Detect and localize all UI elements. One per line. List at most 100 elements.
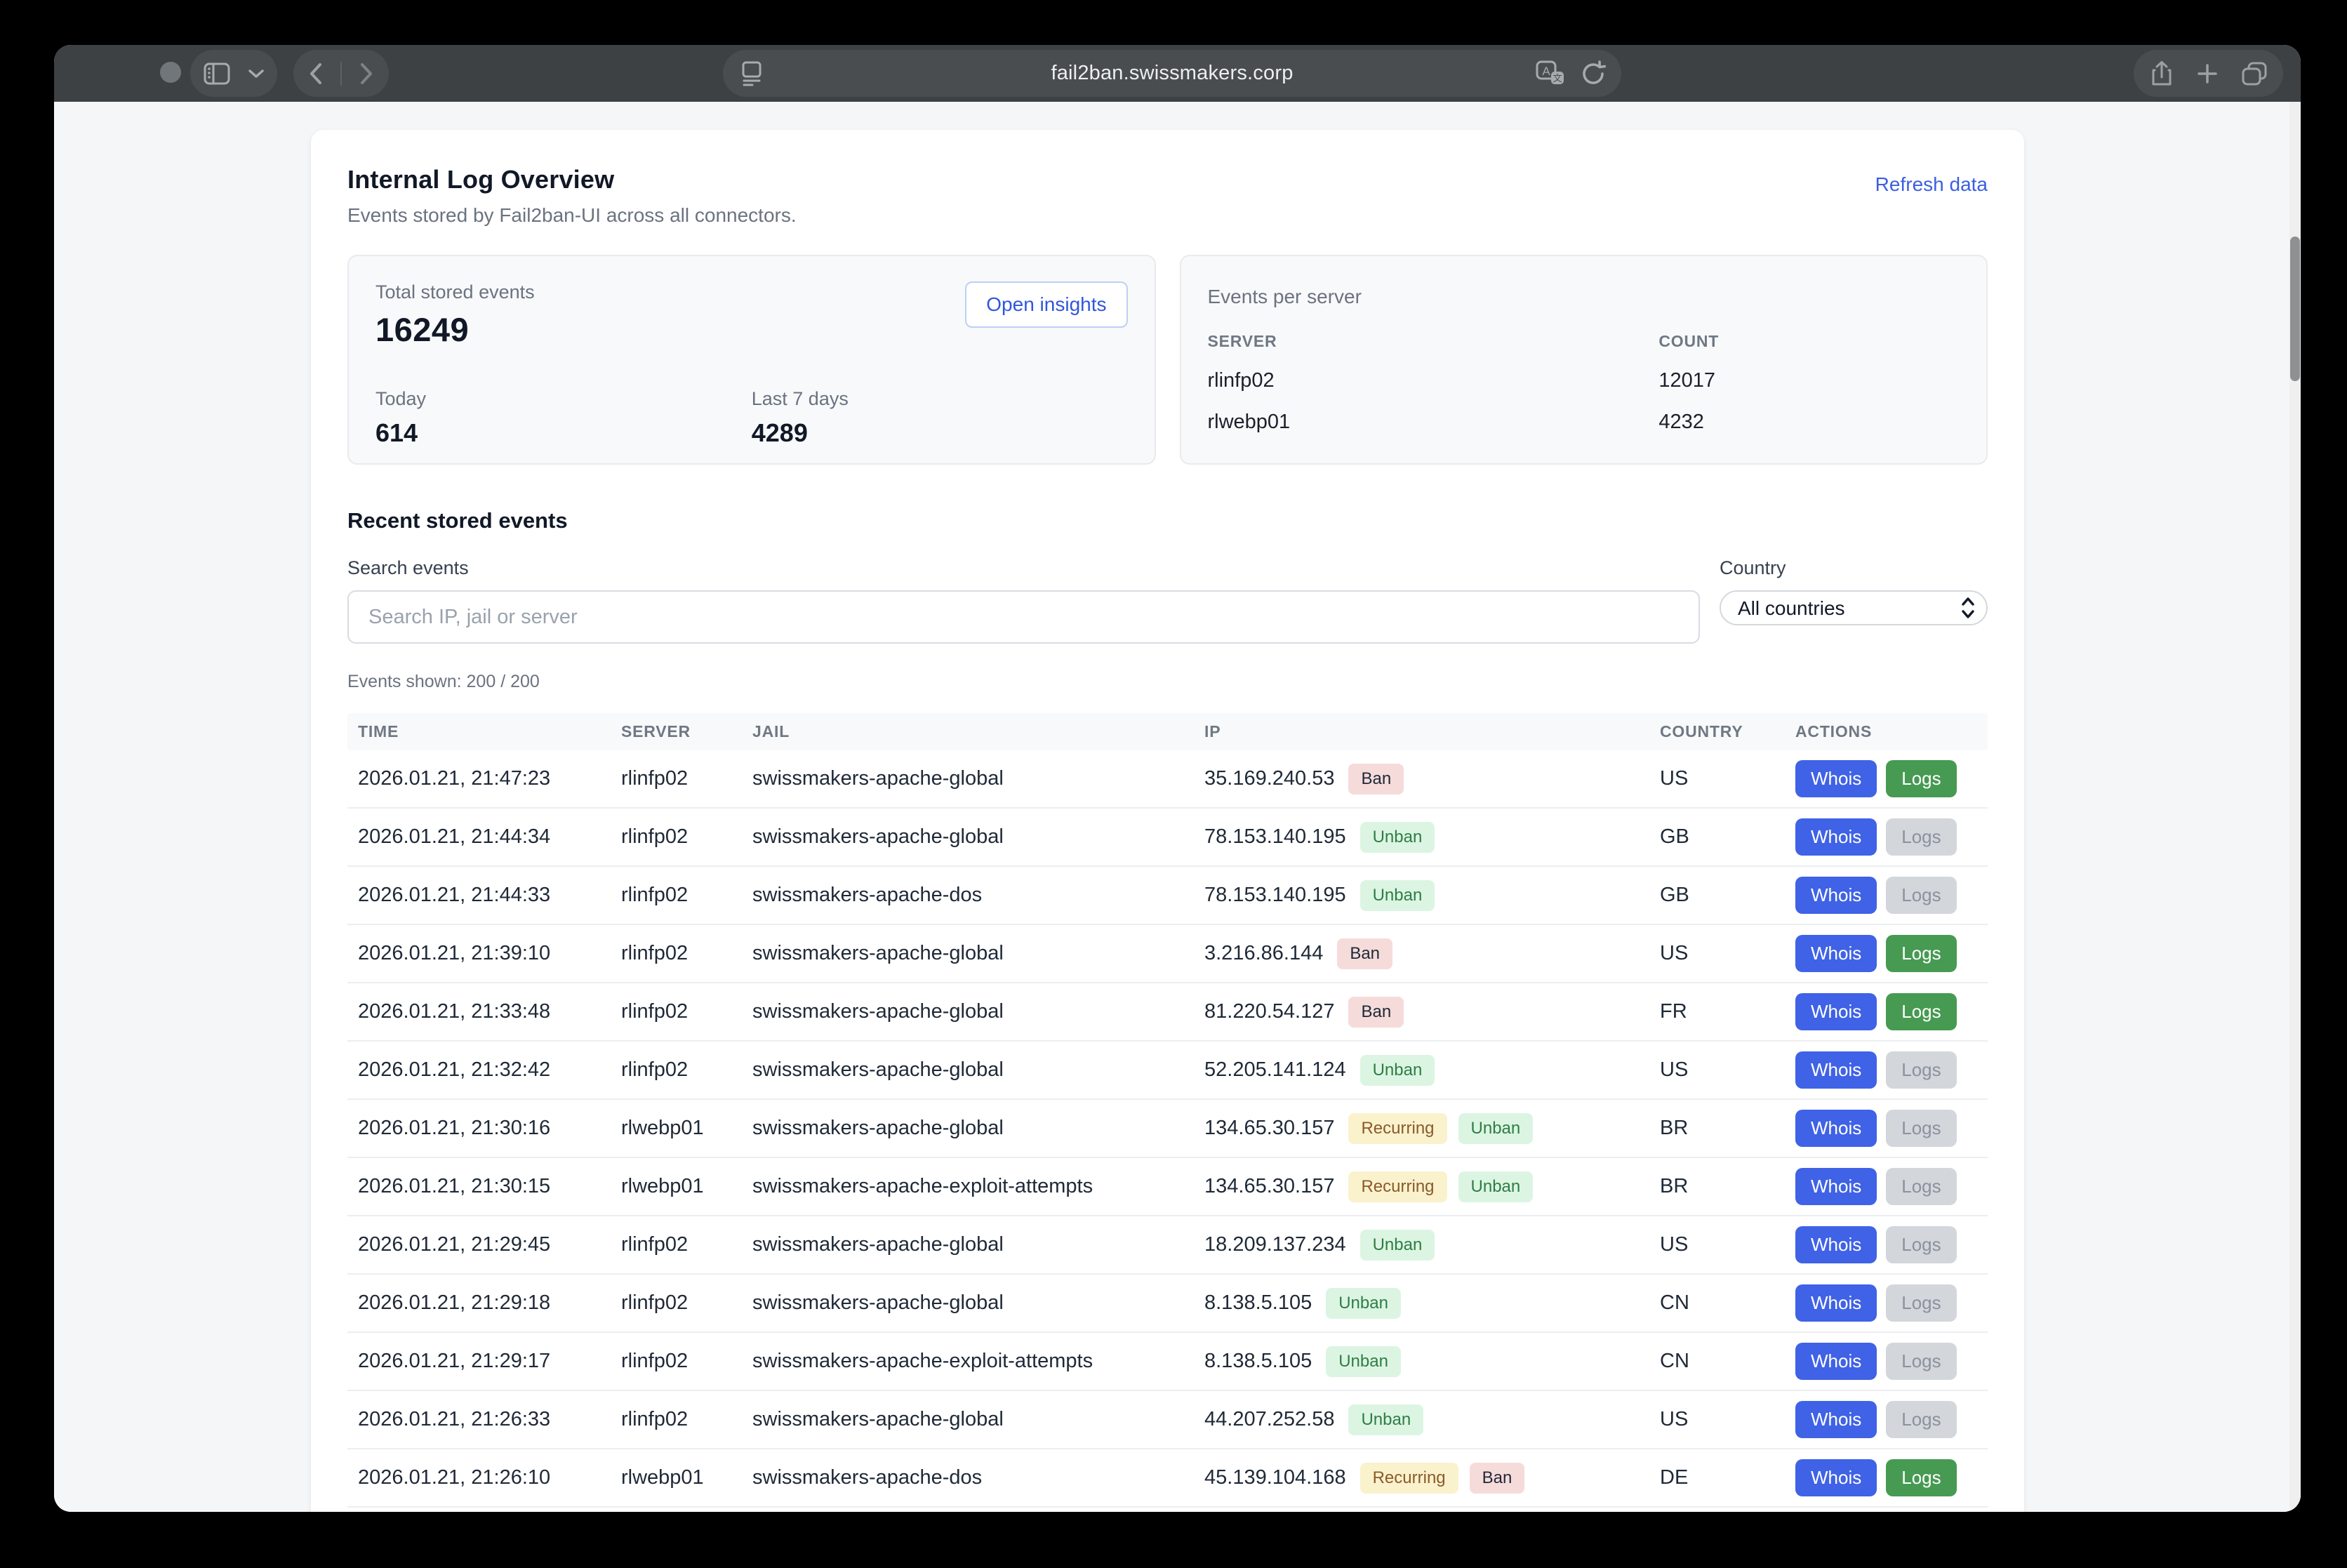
event-jail: swissmakers-apache-global xyxy=(752,1000,1204,1023)
per-server-title: Events per server xyxy=(1208,286,1960,308)
event-server: rlwebp01 xyxy=(621,1466,752,1489)
whois-button[interactable]: Whois xyxy=(1795,877,1877,914)
logs-button[interactable]: Logs xyxy=(1886,1051,1956,1089)
logs-button[interactable]: Logs xyxy=(1886,1226,1956,1263)
sidebar-icon[interactable] xyxy=(204,62,230,85)
event-jail: swissmakers-apache-dos xyxy=(752,884,1204,907)
search-input[interactable] xyxy=(347,590,1700,644)
table-row: 2026.01.21, 21:30:15 rlwebp01 swissmaker… xyxy=(347,1158,1988,1216)
page-content: Internal Log Overview Events stored by F… xyxy=(54,102,2301,1512)
logs-button[interactable]: Logs xyxy=(1886,1343,1956,1380)
logs-button[interactable]: Logs xyxy=(1886,1168,1956,1205)
today-value: 614 xyxy=(375,418,752,448)
whois-button[interactable]: Whois xyxy=(1795,1051,1877,1089)
event-time: 2026.01.21, 21:39:10 xyxy=(347,942,621,965)
whois-button[interactable]: Whois xyxy=(1795,1459,1877,1496)
event-jail: swissmakers-apache-global xyxy=(752,767,1204,790)
table-row: 2026.01.21, 21:26:10 rlwebp01 swissmaker… xyxy=(347,1449,1988,1508)
scrollbar-thumb[interactable] xyxy=(2290,237,2300,381)
event-server: rlinfp02 xyxy=(621,1350,752,1373)
tab-overview-icon[interactable] xyxy=(2242,62,2267,86)
event-time: 2026.01.21, 21:44:34 xyxy=(347,825,621,849)
whois-button[interactable]: Whois xyxy=(1795,1343,1877,1380)
event-jail: swissmakers-apache-global xyxy=(752,1058,1204,1082)
event-jail: swissmakers-apache-exploit-attempts xyxy=(752,1175,1204,1198)
event-country: US xyxy=(1660,1408,1795,1431)
whois-button[interactable]: Whois xyxy=(1795,760,1877,797)
event-time: 2026.01.21, 21:32:42 xyxy=(347,1058,621,1082)
event-ip: 35.169.240.53 xyxy=(1204,767,1334,790)
events-table: TIME SERVER JAIL IP COUNTRY ACTIONS 2026… xyxy=(347,713,1988,1508)
whois-button[interactable]: Whois xyxy=(1795,818,1877,856)
event-server: rlinfp02 xyxy=(621,1233,752,1256)
event-country: GB xyxy=(1660,825,1795,849)
event-time: 2026.01.21, 21:30:15 xyxy=(347,1175,621,1198)
event-ip: 45.139.104.168 xyxy=(1204,1466,1346,1489)
per-server-col-server: SERVER xyxy=(1208,332,1659,351)
unban-badge: Unban xyxy=(1326,1288,1401,1319)
total-events-card: Total stored events 16249 Open insights … xyxy=(347,255,1156,465)
event-country: DE xyxy=(1660,1466,1795,1489)
whois-button[interactable]: Whois xyxy=(1795,935,1877,972)
event-jail: swissmakers-apache-global xyxy=(752,1117,1204,1140)
whois-button[interactable]: Whois xyxy=(1795,1284,1877,1322)
logs-button[interactable]: Logs xyxy=(1886,1401,1956,1438)
event-jail: swissmakers-apache-global xyxy=(752,1291,1204,1315)
event-country: GB xyxy=(1660,884,1795,907)
logs-button[interactable]: Logs xyxy=(1886,818,1956,856)
event-ip: 44.207.252.58 xyxy=(1204,1408,1334,1431)
whois-button[interactable]: Whois xyxy=(1795,1226,1877,1263)
event-time: 2026.01.21, 21:26:10 xyxy=(347,1466,621,1489)
svg-text:文: 文 xyxy=(1553,73,1562,84)
events-per-server-card: Events per server SERVER COUNT rlinfp021… xyxy=(1180,255,1988,465)
back-icon[interactable] xyxy=(310,63,322,84)
event-ip: 8.138.5.105 xyxy=(1204,1291,1312,1315)
address-bar[interactable]: fail2ban.swissmakers.corp A文 xyxy=(723,50,1621,97)
recurring-badge: Recurring xyxy=(1348,1113,1447,1144)
event-country: FR xyxy=(1660,1000,1795,1023)
new-tab-icon[interactable] xyxy=(2197,63,2218,84)
country-select[interactable]: All countries xyxy=(1720,590,1988,625)
logs-button[interactable]: Logs xyxy=(1886,935,1956,972)
event-jail: swissmakers-apache-global xyxy=(752,825,1204,849)
forward-icon[interactable] xyxy=(360,63,373,84)
open-insights-button[interactable]: Open insights xyxy=(965,281,1127,328)
search-events-label: Search events xyxy=(347,557,1700,579)
ban-badge: Ban xyxy=(1348,997,1404,1028)
table-row: 2026.01.21, 21:39:10 rlinfp02 swissmaker… xyxy=(347,925,1988,983)
chevron-down-icon[interactable] xyxy=(248,69,264,79)
table-row: 2026.01.21, 21:29:18 rlinfp02 swissmaker… xyxy=(347,1275,1988,1333)
recurring-badge: Recurring xyxy=(1348,1171,1447,1202)
whois-button[interactable]: Whois xyxy=(1795,1168,1877,1205)
col-header-server: SERVER xyxy=(621,722,752,741)
unban-badge: Unban xyxy=(1326,1346,1401,1377)
unban-badge: Unban xyxy=(1360,880,1435,911)
url-text: fail2ban.swissmakers.corp xyxy=(1051,62,1293,85)
reload-icon[interactable] xyxy=(1581,60,1606,87)
logs-button[interactable]: Logs xyxy=(1886,1284,1956,1322)
col-header-jail: JAIL xyxy=(752,722,1204,741)
whois-button[interactable]: Whois xyxy=(1795,1401,1877,1438)
event-country: US xyxy=(1660,1058,1795,1082)
last7-value: 4289 xyxy=(752,418,1128,448)
refresh-data-link[interactable]: Refresh data xyxy=(1875,173,1988,196)
page-title: Internal Log Overview xyxy=(347,165,797,194)
whois-button[interactable]: Whois xyxy=(1795,1110,1877,1147)
browser-toolbar: fail2ban.swissmakers.corp A文 xyxy=(54,45,2301,102)
event-ip: 8.138.5.105 xyxy=(1204,1350,1312,1373)
share-icon[interactable] xyxy=(2150,60,2173,87)
logs-button[interactable]: Logs xyxy=(1886,1459,1956,1496)
logs-button[interactable]: Logs xyxy=(1886,877,1956,914)
event-ip: 78.153.140.195 xyxy=(1204,825,1346,849)
logs-button[interactable]: Logs xyxy=(1886,1110,1956,1147)
table-row: 2026.01.21, 21:33:48 rlinfp02 swissmaker… xyxy=(347,983,1988,1042)
reader-icon[interactable] xyxy=(740,61,764,86)
close-window-button[interactable] xyxy=(160,62,181,83)
event-country: US xyxy=(1660,1233,1795,1256)
logs-button[interactable]: Logs xyxy=(1886,993,1956,1030)
logs-button[interactable]: Logs xyxy=(1886,760,1956,797)
translate-icon[interactable]: A文 xyxy=(1536,60,1565,87)
ban-badge: Ban xyxy=(1470,1463,1525,1494)
whois-button[interactable]: Whois xyxy=(1795,993,1877,1030)
event-server: rlinfp02 xyxy=(621,1058,752,1082)
